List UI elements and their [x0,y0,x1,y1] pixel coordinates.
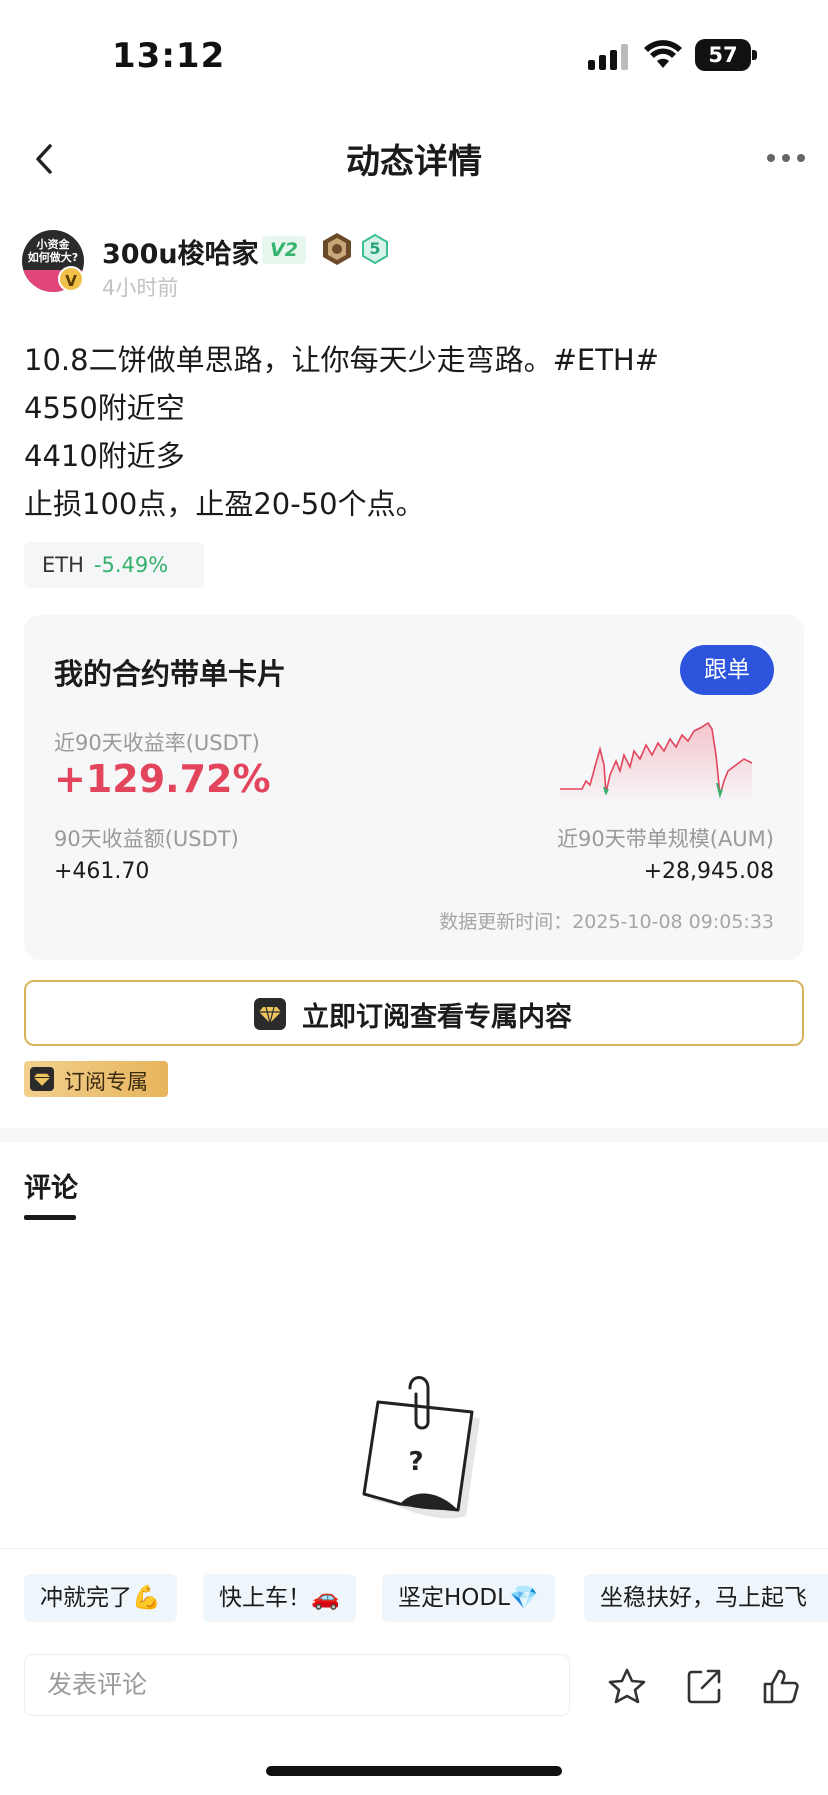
divider [0,1548,828,1549]
comment-input[interactable]: 发表评论 [24,1654,570,1716]
quick-reply[interactable]: 快上车！🚗 [203,1574,356,1622]
avatar-text: 小资金 如何做大? [27,238,79,264]
quick-reply[interactable]: 坚定HODL💎 [382,1574,555,1622]
sparkline-area [560,723,752,805]
verified-badge: V [58,266,84,292]
subscription-tag: 订阅专属 [24,1061,168,1097]
more-icon[interactable] [765,150,807,166]
subscribe-label: 立即订阅查看专属内容 [302,1002,572,1033]
status-time: 13:12 [112,36,226,76]
post-line: 4410附近多 [24,439,185,473]
vip-badge: V2 [262,236,306,264]
post-line: 止损100点，止盈20-50个点。 [24,487,425,521]
post-content: 10.8二饼做单思路，让你每天少走弯路。#ETH# 4550附近空 4410附近… [24,336,804,528]
level-number: 5 [369,239,381,258]
wifi-icon [644,40,682,68]
tab-underline [24,1215,76,1220]
subscribe-button[interactable]: 立即订阅查看专属内容 [24,980,804,1046]
quick-reply[interactable]: 冲就完了💪 [24,1574,177,1622]
home-indicator [266,1766,562,1776]
nav-bar: 动态详情 [0,110,828,206]
tab-comments[interactable]: 评论 [24,1166,78,1205]
quick-reply[interactable]: 坐稳扶好，马上起飞 [584,1574,828,1622]
battery-level: 57 [695,39,751,71]
share-icon[interactable] [684,1666,724,1706]
diamond-icon [254,998,286,1030]
svg-text:?: ? [408,1447,423,1477]
medal-icon [323,233,351,265]
like-icon[interactable] [761,1666,801,1706]
follow-button[interactable]: 跟单 [680,645,774,695]
author-name[interactable]: 300u梭哈家 [102,232,259,271]
post-line: 10.8二饼做单思路，让你每天少走弯路。#ETH# [24,343,660,377]
pnl-label: 90天收益额(USDT) [54,827,239,851]
ticker-chip[interactable]: ETH -5.49% [24,542,204,588]
subscription-tag-label: 订阅专属 [64,1070,148,1094]
aum-value: +28,945.08 [643,859,774,884]
post-line: 4550附近空 [24,391,185,425]
section-divider [0,1128,828,1142]
diamond-icon [30,1067,54,1091]
copy-trading-card[interactable]: 我的合约带单卡片 跟单 近90天收益率(USDT) +129.72% 90天收益… [24,615,804,960]
pnl-value: +461.70 [54,859,150,884]
signal-icon [588,44,628,70]
roi-value: +129.72% [54,757,271,801]
star-icon[interactable] [607,1666,647,1706]
roi-label: 近90天收益率(USDT) [54,731,260,755]
post-time: 4小时前 [102,276,179,300]
pnl-sparkline [560,721,753,805]
status-bar: 13:12 57 [0,0,828,110]
battery-icon: 57 [695,39,757,71]
page-title: 动态详情 [346,142,482,182]
empty-paper-icon: ? [362,1376,480,1519]
ticker-change: -5.49% [93,553,169,577]
ticker-symbol: ETH [42,553,84,577]
aum-label: 近90天带单规模(AUM) [557,827,774,851]
level-badge: 5 [360,233,390,265]
update-time: 数据更新时间：2025-10-08 09:05:33 [439,911,774,933]
card-title: 我的合约带单卡片 [54,657,287,691]
